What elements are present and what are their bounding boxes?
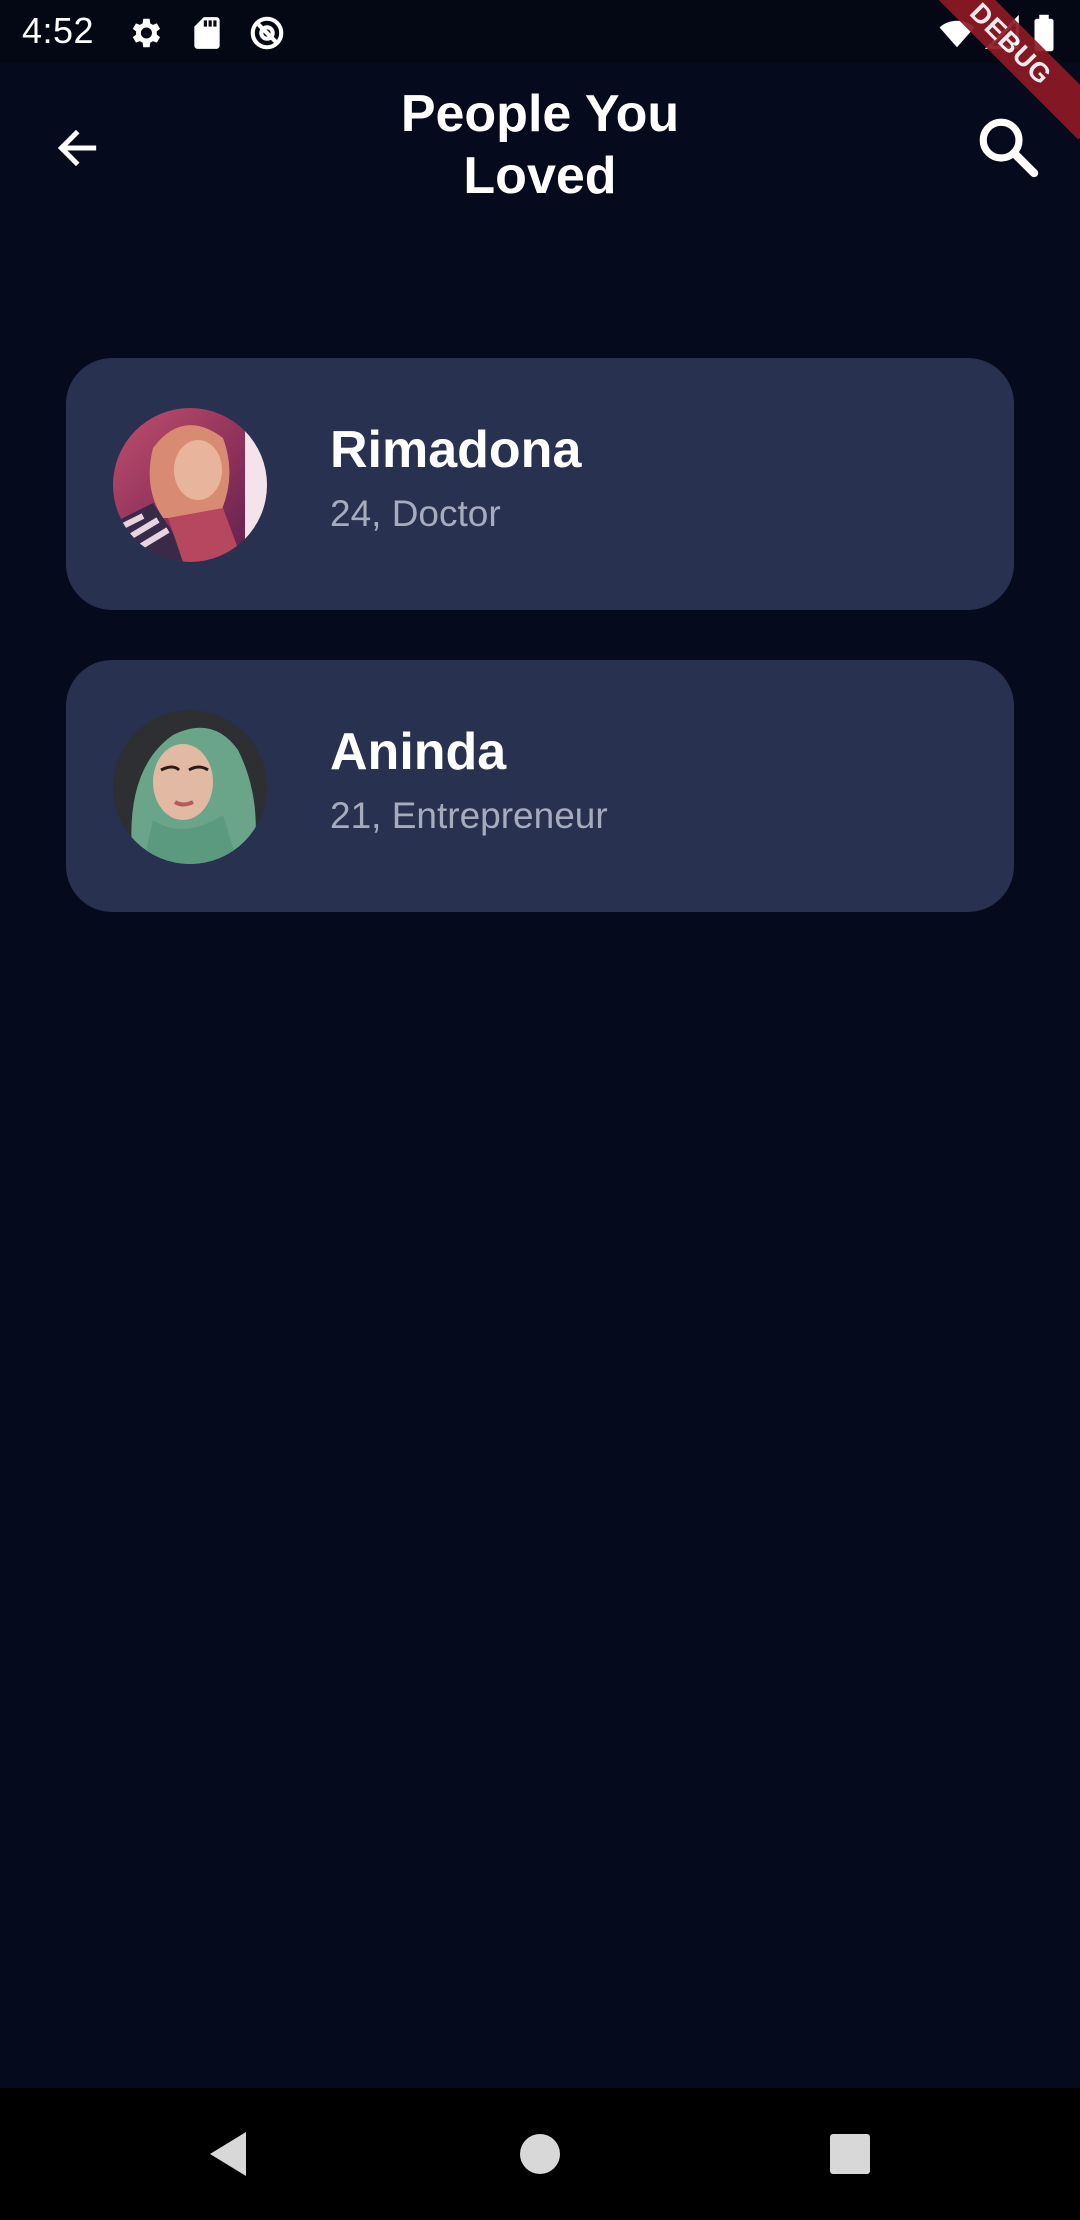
person-card[interactable]: Rimadona 24, Doctor <box>66 358 1014 610</box>
search-icon <box>975 114 1041 185</box>
avatar-photo-rimadona <box>113 408 267 562</box>
back-button[interactable] <box>40 113 114 187</box>
avatar-photo-aninda <box>113 710 267 864</box>
system-nav-bar <box>0 2088 1080 2220</box>
nav-recents-button[interactable] <box>814 2118 886 2190</box>
nav-back-button[interactable] <box>192 2118 264 2190</box>
nav-recents-icon <box>829 2133 871 2175</box>
nav-home-button[interactable] <box>504 2118 576 2190</box>
status-time: 4:52 <box>22 10 95 51</box>
person-info: 24, Doctor <box>330 493 501 534</box>
person-info: 21, Entrepreneur <box>330 795 608 836</box>
status-bar: 4:52 <box>0 0 1080 63</box>
person-card[interactable]: Aninda 21, Entrepreneur <box>66 660 1014 912</box>
gear-icon <box>126 14 164 52</box>
sd-card-icon <box>188 14 226 52</box>
app-bar: People You Loved <box>0 63 1080 223</box>
person-name: Rimadona <box>330 421 582 479</box>
screen: 4:52 DEBUG People You Loved Rimadona 24,… <box>0 0 1080 2220</box>
page-title: People You Loved <box>400 85 680 205</box>
arrow-back-icon <box>52 123 102 178</box>
at-sign-icon <box>248 14 286 52</box>
nav-home-icon <box>518 2132 562 2176</box>
nav-back-icon <box>206 2130 250 2178</box>
person-name: Aninda <box>330 723 507 781</box>
search-button[interactable] <box>966 107 1050 191</box>
